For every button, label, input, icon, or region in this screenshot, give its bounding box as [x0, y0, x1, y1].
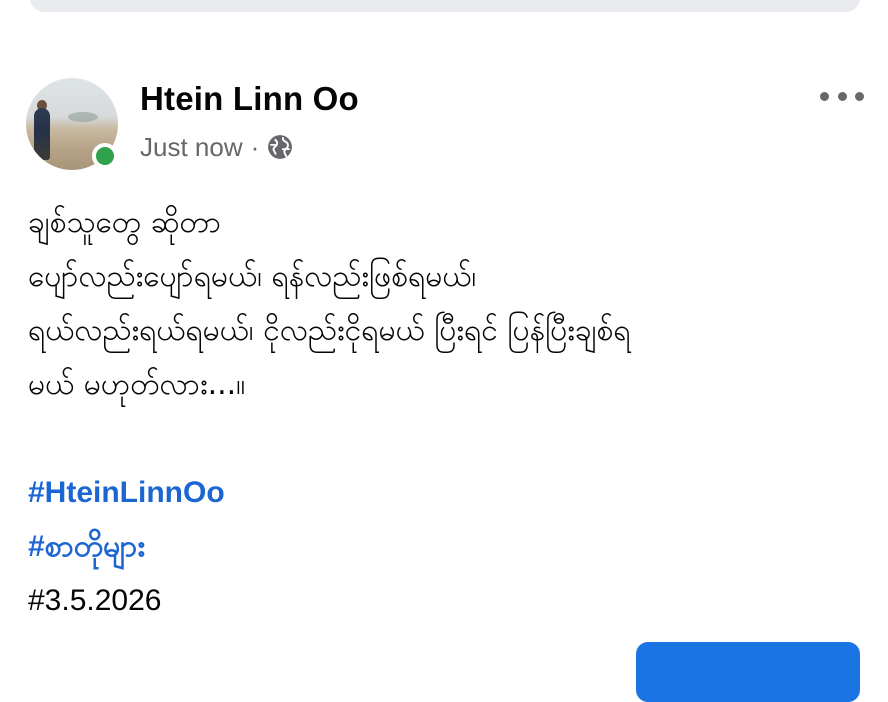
online-status-dot: [92, 143, 118, 169]
more-dot: [820, 91, 829, 101]
previous-card-edge: [30, 0, 860, 12]
avatar-background-tree: [68, 112, 98, 122]
post-line: ရယ်လည်းရယ်ရမယ်၊ ငိုလည်းငိုရမယ် ပြီးရင် ပ…: [28, 313, 631, 348]
more-dot: [837, 91, 847, 101]
date-tag: #3.5.2026: [28, 584, 162, 617]
more-dot: [855, 91, 864, 101]
globe-icon[interactable]: [267, 134, 293, 160]
hashtag-link[interactable]: #စာတိုများ: [28, 520, 858, 574]
post-line: မယ် မဟုတ်လား...။: [28, 367, 246, 402]
avatar-person: [34, 108, 50, 160]
post-meta: Just now ·: [140, 130, 293, 164]
post-line: ပျော်လည်းပျော်ရမယ်၊ ရန်လည်းဖြစ်ရမယ်၊: [28, 259, 477, 294]
hashtag-link[interactable]: #HteinLinnOo: [28, 466, 858, 520]
more-horizontal-icon[interactable]: [820, 84, 864, 108]
author-name[interactable]: Htein Linn Oo: [140, 80, 359, 118]
post-timestamp[interactable]: Just now: [140, 132, 243, 163]
meta-separator: ·: [250, 131, 260, 162]
post-text: ချစ်သူတွေ ဆိုတာ ပျော်လည်းပျော်ရမယ်၊ ရန်လ…: [28, 196, 858, 628]
post-line: ချစ်သူတွေ ဆိုတာ: [28, 205, 222, 240]
action-button[interactable]: [636, 642, 860, 702]
